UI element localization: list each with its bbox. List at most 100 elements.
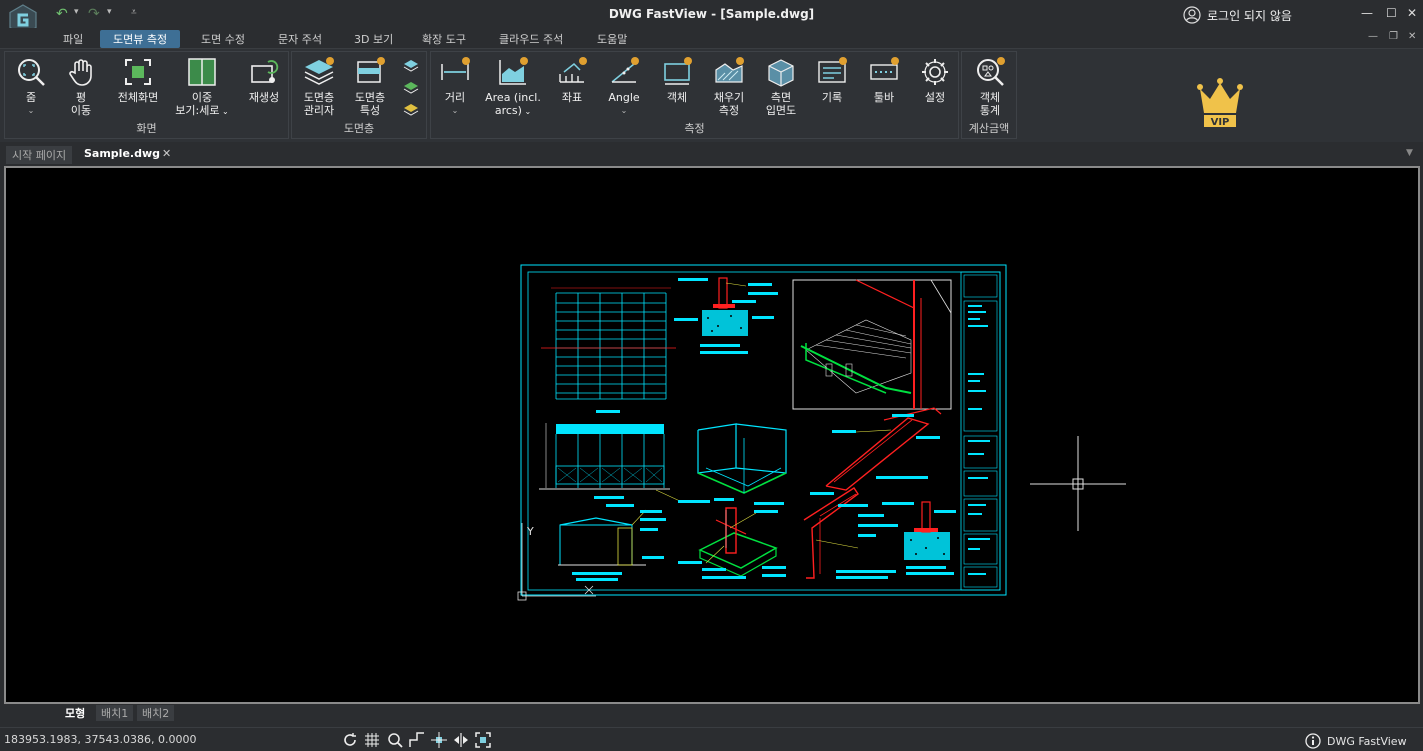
layer-panel: 도면층 관리자 도면층 특성 도면층 [291, 51, 427, 139]
full-screen-icon [125, 59, 151, 85]
angle-icon [611, 57, 639, 83]
regen-button[interactable]: 재생성 [243, 56, 285, 104]
tab-3d-view[interactable]: 3D 보기 [354, 30, 393, 48]
mdi-restore-icon[interactable]: ❐ [1389, 31, 1398, 42]
cube-icon [768, 59, 794, 87]
full-screen-label: 전체화면 [117, 91, 159, 104]
object-stats-label-2: 통계 [979, 104, 1001, 117]
close-icon[interactable]: ✕ [1407, 6, 1417, 20]
crown-icon: VIP [1197, 78, 1243, 128]
view-panel-label: 화면 [136, 122, 157, 135]
tab-start-page[interactable]: 시작 페이지 [6, 146, 73, 164]
cursor-coordinates: 183953.1983, 37543.0386, 0.0000 [4, 733, 197, 746]
layer-tool-3-icon[interactable] [403, 102, 419, 118]
layer-manager-label-2: 관리자 [303, 104, 335, 117]
layer-manager-label-1: 도면층 [303, 91, 335, 104]
layer-properties-button[interactable]: 도면층 특성 [347, 56, 393, 117]
layer-properties-label-2: 특성 [359, 104, 381, 117]
tab-cloud-annotation[interactable]: 클라우드 주석 [499, 30, 563, 48]
zoom-search-icon[interactable] [387, 732, 403, 748]
distance-button[interactable]: 거리 ⌄ [435, 56, 475, 117]
cad-drawing: Y [517, 264, 1126, 601]
tab-layout1[interactable]: 배치1 [96, 705, 134, 721]
ribbon-tab-bar: 파일 도면뷰 측정 도면 수정 문자 주석 3D 보기 확장 도구 클라우드 주… [0, 28, 1423, 48]
tab-view-measure[interactable]: 도면뷰 측정 [100, 30, 181, 48]
stats-search-icon [977, 57, 1005, 86]
measure-panel-label: 측정 [684, 122, 705, 135]
record-label: 기록 [821, 91, 843, 104]
mdi-close-icon[interactable]: ✕ [1408, 31, 1416, 42]
coordinate-button[interactable]: 좌표 [552, 56, 592, 104]
tab-text-annotation[interactable]: 문자 주석 [278, 30, 322, 48]
zoom-icon [18, 59, 45, 86]
full-screen-button[interactable]: 전체화면 [110, 56, 166, 104]
layer-tool-1-icon[interactable] [403, 58, 419, 74]
zoom-label: 줌 [25, 91, 37, 104]
object-stats-button[interactable]: 객체 통계 [968, 56, 1012, 117]
fill-measure-button[interactable]: 채우기 측정 [707, 56, 751, 117]
calc-panel: 객체 통계 계산금액 [961, 51, 1017, 139]
angle-button[interactable]: Angle ⌄ [604, 56, 644, 117]
pan-label-2: 이동 [70, 104, 92, 117]
tab-file[interactable]: 파일 [63, 30, 83, 48]
tab-layout2[interactable]: 배치2 [137, 705, 175, 721]
maximize-icon[interactable]: ☐ [1386, 6, 1397, 20]
fill-measure-label-2: 측정 [718, 104, 740, 117]
dual-view-label-1: 이중 [191, 91, 213, 104]
user-icon [1183, 6, 1201, 24]
hand-icon [69, 59, 92, 86]
brand-info[interactable]: DWG FastView [1305, 733, 1407, 749]
tab-sample-dwg[interactable]: Sample.dwg [78, 146, 166, 161]
record-button[interactable]: 기록 [812, 56, 852, 104]
tab-extension-tools[interactable]: 확장 도구 [422, 30, 466, 48]
measure-panel: 거리 ⌄ Area (incl. arcs) ⌄ 좌표 Angle ⌄ 객체 채… [430, 51, 959, 139]
layer-panel-label: 도면층 [343, 122, 375, 135]
area-label-1: Area (incl. [485, 91, 541, 104]
minimize-icon[interactable]: — [1361, 6, 1373, 20]
osnap-icon[interactable] [431, 732, 447, 748]
layer-tool-2-icon[interactable] [403, 80, 419, 96]
coordinate-icon [559, 57, 587, 83]
toolbar-label: 툴바 [873, 91, 895, 104]
zoom-button[interactable]: 줌 ⌄ [11, 56, 51, 117]
rotate-view-icon[interactable] [342, 732, 358, 748]
layer-properties-icon [357, 57, 385, 83]
toolbar-button[interactable]: 툴바 [864, 56, 904, 104]
distance-label: 거리 [444, 91, 466, 104]
object-button[interactable]: 객체 [657, 56, 697, 104]
chevron-down-icon: ⌄ [620, 106, 628, 115]
layers-icon [304, 57, 334, 85]
side-elevation-button[interactable]: 측면 입면도 [759, 56, 803, 117]
pan-button[interactable]: 평 이동 [61, 56, 101, 117]
vip-button[interactable]: VIP [1192, 75, 1248, 131]
login-status[interactable]: 로그인 되지 않음 [1183, 6, 1292, 24]
tab-list-chevron-icon[interactable]: ▼ [1406, 148, 1413, 158]
list-icon [818, 57, 847, 83]
dual-view-label-2: 보기:세로 [175, 104, 220, 117]
area-button[interactable]: Area (incl. arcs) ⌄ [481, 56, 545, 118]
ortho-icon[interactable] [409, 732, 425, 748]
view-panel: 줌 ⌄ 평 이동 전체화면 이중 보기:세로 ⌄ 재생성 화면 [4, 51, 289, 139]
side-elevation-label-1: 측면 [770, 91, 792, 104]
mdi-minimize-icon[interactable]: — [1368, 31, 1378, 42]
layout-tab-bar: 모형 배치1 배치2 [0, 704, 1423, 722]
grid-icon[interactable] [364, 732, 380, 748]
object-label: 객체 [666, 91, 688, 104]
layer-manager-button[interactable]: 도면층 관리자 [296, 56, 342, 117]
svg-text:Y: Y [526, 525, 534, 538]
tab-help[interactable]: 도움말 [597, 30, 627, 48]
tab-edit-drawing[interactable]: 도면 수정 [201, 30, 245, 48]
toolbar-icon [870, 57, 899, 80]
fill-measure-label-1: 채우기 [713, 91, 745, 104]
drawing-canvas[interactable]: Y [4, 166, 1420, 704]
close-tab-icon[interactable]: ✕ [162, 147, 171, 160]
document-tab-bar: 시작 페이지 Sample.dwg ✕ ▼ [0, 144, 1423, 164]
tab-model[interactable]: 모형 [60, 705, 91, 721]
mirror-icon[interactable] [453, 732, 469, 748]
settings-label: 설정 [924, 91, 946, 104]
dual-view-button[interactable]: 이중 보기:세로 ⌄ [173, 56, 231, 118]
vip-label: VIP [1211, 117, 1230, 128]
object-icon [664, 57, 692, 85]
fit-view-icon[interactable] [475, 732, 491, 748]
settings-button[interactable]: 설정 [915, 56, 955, 104]
